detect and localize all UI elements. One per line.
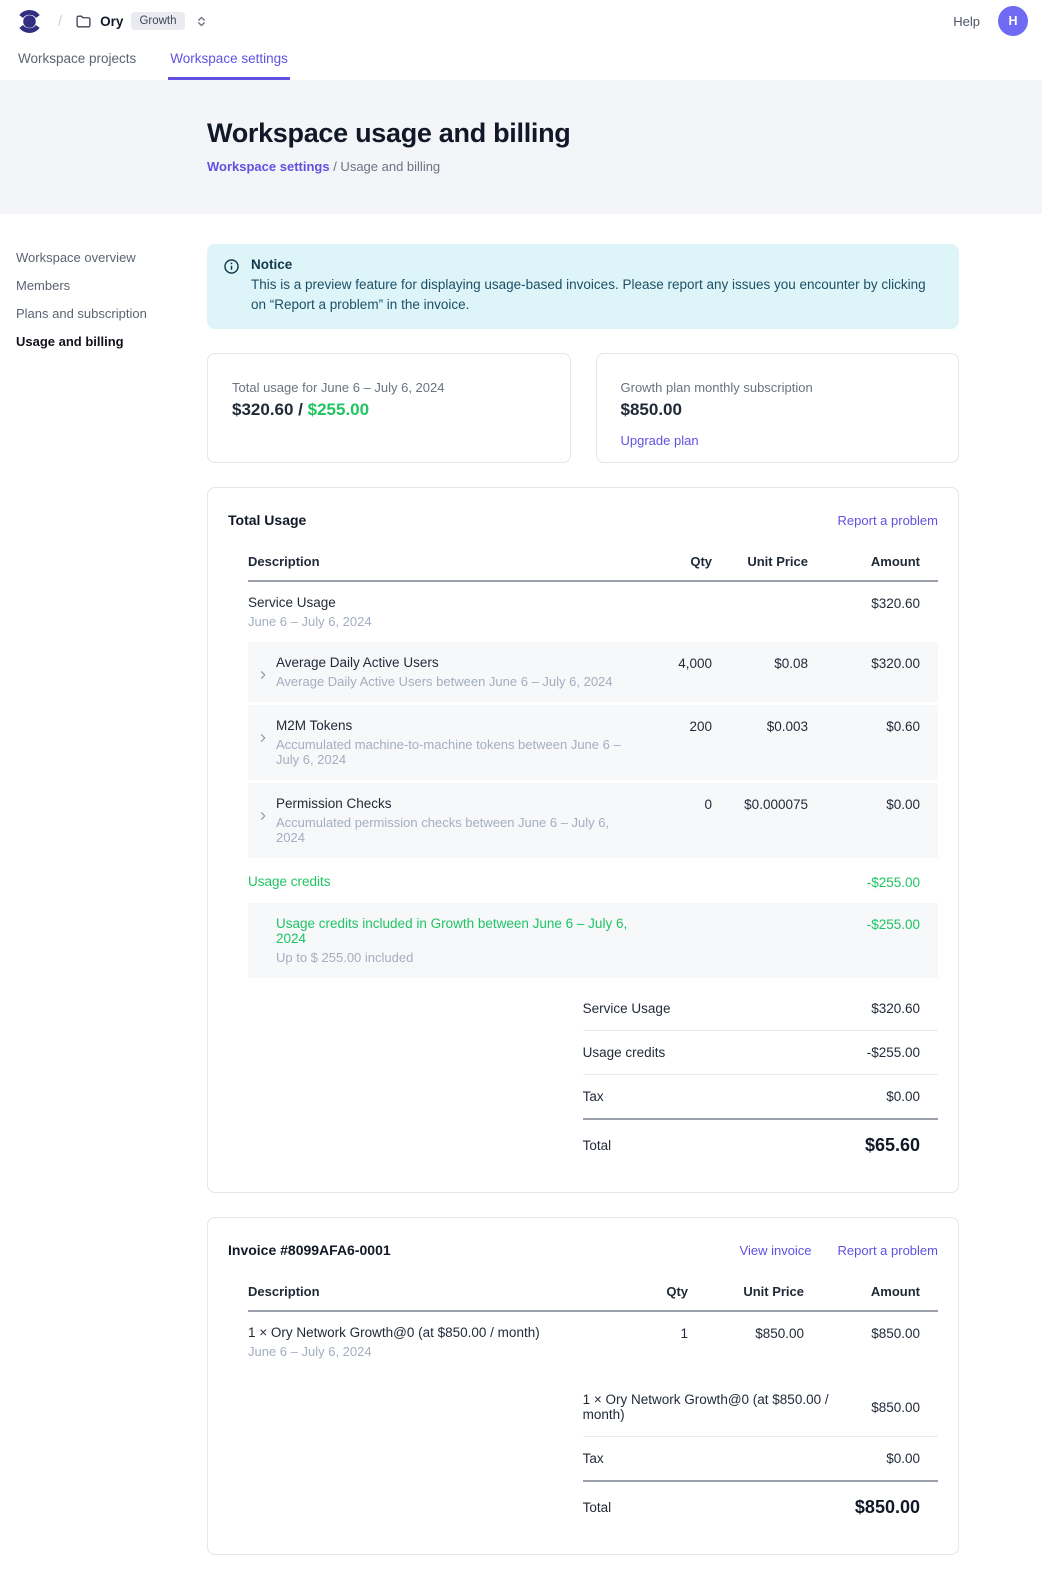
invoice-card: Invoice #8099AFA6-0001 View invoice Repo… (207, 1217, 959, 1555)
subscription-card: Growth plan monthly subscription $850.00… (596, 353, 960, 463)
invoice-summary-row-plan: 1 × Ory Network Growth@0 (at $850.00 / m… (583, 1378, 938, 1437)
workspace-tabs: Workspace projects Workspace settings (0, 42, 1042, 80)
subscription-label: Growth plan monthly subscription (621, 380, 935, 395)
summary-row-service-usage: Service Usage $320.60 (583, 987, 938, 1031)
tab-workspace-projects[interactable]: Workspace projects (16, 42, 138, 80)
breadcrumb-workspace-settings-link[interactable]: Workspace settings (207, 159, 330, 174)
summary-cards: Total usage for June 6 – July 6, 2024 $3… (207, 353, 959, 463)
breadcrumb-current: / Usage and billing (330, 159, 441, 174)
sidebar-item-usage-and-billing[interactable]: Usage and billing (16, 334, 197, 349)
total-usage-label: Total usage for June 6 – July 6, 2024 (232, 380, 546, 395)
chevron-up-down-icon (195, 15, 208, 28)
usage-row-service-usage: Service Usage June 6 – July 6, 2024 $320… (248, 582, 938, 642)
summary-row-total: Total $65.60 (583, 1120, 938, 1170)
ory-logo-icon[interactable] (16, 8, 43, 35)
invoice-row-growth-plan: 1 × Ory Network Growth@0 (at $850.00 / m… (248, 1312, 938, 1372)
main-content: Notice This is a preview feature for dis… (207, 214, 959, 1571)
summary-row-usage-credits: Usage credits -$255.00 (583, 1031, 938, 1075)
usage-row-usage-credits: Usage credits -$255.00 (248, 861, 938, 903)
folder-icon (75, 13, 92, 30)
report-problem-link[interactable]: Report a problem (838, 1243, 938, 1258)
plan-badge: Growth (131, 12, 184, 30)
breadcrumb-separator: / (58, 13, 62, 30)
help-link[interactable]: Help (953, 14, 980, 29)
workspace-switcher[interactable]: Ory Growth (75, 12, 207, 30)
invoice-table-header: Description Qty Unit Price Amount (248, 1274, 938, 1312)
chevron-right-icon (257, 810, 271, 822)
tab-workspace-settings[interactable]: Workspace settings (168, 42, 290, 80)
sidebar-item-members[interactable]: Members (16, 278, 197, 293)
sidebar-item-plans-and-subscription[interactable]: Plans and subscription (16, 306, 197, 321)
upgrade-plan-link[interactable]: Upgrade plan (621, 433, 699, 448)
top-header: / Ory Growth Help H (0, 0, 1042, 42)
chevron-right-icon (257, 669, 271, 681)
breadcrumb: Workspace settings / Usage and billing (207, 159, 1042, 174)
invoice-summary: 1 × Ory Network Growth@0 (at $850.00 / m… (583, 1378, 938, 1532)
notice-body: This is a preview feature for displaying… (251, 275, 941, 314)
usage-row-permission-checks[interactable]: Permission Checks Accumulated permission… (248, 783, 938, 861)
page-hero: Workspace usage and billing Workspace se… (0, 80, 1042, 214)
summary-row-tax: Tax $0.00 (583, 1075, 938, 1120)
usage-summary: Service Usage $320.60 Usage credits -$25… (583, 987, 938, 1170)
usage-table-header: Description Qty Unit Price Amount (248, 544, 938, 582)
subscription-amount: $850.00 (621, 400, 935, 420)
usage-included-value: $255.00 (308, 400, 369, 419)
report-problem-link[interactable]: Report a problem (838, 513, 938, 528)
usage-row-daily-active-users[interactable]: Average Daily Active Users Average Daily… (248, 642, 938, 705)
invoice-summary-row-total: Total $850.00 (583, 1482, 938, 1532)
preview-notice: Notice This is a preview feature for dis… (207, 244, 959, 329)
page-title: Workspace usage and billing (207, 118, 1042, 149)
usage-row-credits-included: Usage credits included in Growth between… (248, 903, 938, 981)
notice-title: Notice (251, 257, 941, 272)
chevron-right-icon (257, 732, 271, 744)
user-avatar[interactable]: H (998, 6, 1028, 36)
info-icon (223, 258, 240, 314)
usage-card-title: Total Usage (228, 512, 306, 528)
usage-row-m2m-tokens[interactable]: M2M Tokens Accumulated machine-to-machin… (248, 705, 938, 783)
total-usage-card: Total usage for June 6 – July 6, 2024 $3… (207, 353, 571, 463)
total-usage-detail-card: Total Usage Report a problem Description… (207, 487, 959, 1193)
invoice-title: Invoice #8099AFA6-0001 (228, 1242, 391, 1258)
invoice-summary-row-tax: Tax $0.00 (583, 1437, 938, 1482)
settings-sidebar: Workspace overview Members Plans and sub… (0, 214, 207, 1571)
workspace-name: Ory (100, 14, 123, 29)
sidebar-item-workspace-overview[interactable]: Workspace overview (16, 250, 197, 265)
view-invoice-link[interactable]: View invoice (740, 1243, 812, 1258)
total-usage-value: $320.60 / $255.00 (232, 400, 546, 420)
